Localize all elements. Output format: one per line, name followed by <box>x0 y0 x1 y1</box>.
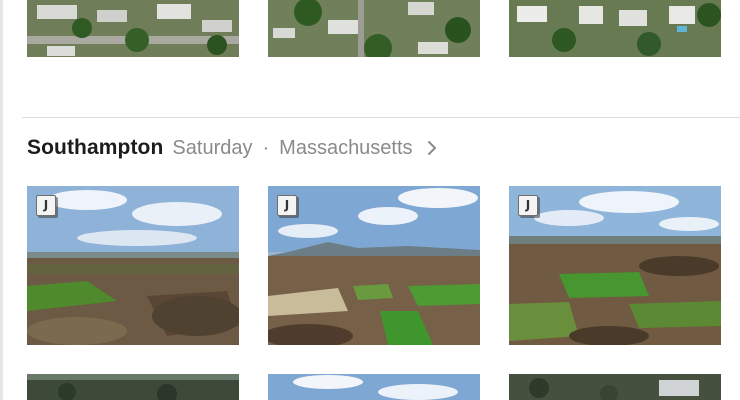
aerial-landscape-image <box>27 374 239 400</box>
aerial-landscape-image <box>268 374 480 400</box>
aerial-landscape-image <box>509 186 721 345</box>
chevron-right-icon[interactable] <box>425 141 439 155</box>
aerial-landscape-image <box>268 186 480 345</box>
aerial-suburb-image <box>509 0 721 57</box>
section-separator: · <box>262 136 270 159</box>
photo-thumbnail[interactable] <box>27 374 239 400</box>
jpeg-badge-icon: J <box>277 195 297 216</box>
photo-thumbnail[interactable]: J <box>268 186 480 345</box>
aerial-suburb-image <box>268 0 480 57</box>
photo-thumbnail[interactable] <box>509 374 721 400</box>
photo-thumbnail[interactable] <box>509 0 721 57</box>
aerial-landscape-image <box>509 374 721 400</box>
photo-thumbnail[interactable]: J <box>27 186 239 345</box>
photo-thumbnail[interactable] <box>268 374 480 400</box>
aerial-suburb-image <box>27 0 239 57</box>
section-date: Saturday <box>172 136 253 159</box>
section-title: Southampton <box>27 136 164 159</box>
section-header[interactable]: Southampton Saturday · Massachusetts <box>27 134 439 162</box>
jpeg-badge-icon: J <box>518 195 538 216</box>
photo-thumbnail[interactable] <box>268 0 480 57</box>
photo-thumbnail[interactable]: J <box>509 186 721 345</box>
aerial-landscape-image <box>27 186 239 345</box>
window-left-edge <box>0 0 3 400</box>
photo-thumbnail[interactable] <box>27 0 239 57</box>
section-location: Massachusetts <box>279 136 413 159</box>
section-divider <box>22 117 740 118</box>
jpeg-badge-icon: J <box>36 195 56 216</box>
